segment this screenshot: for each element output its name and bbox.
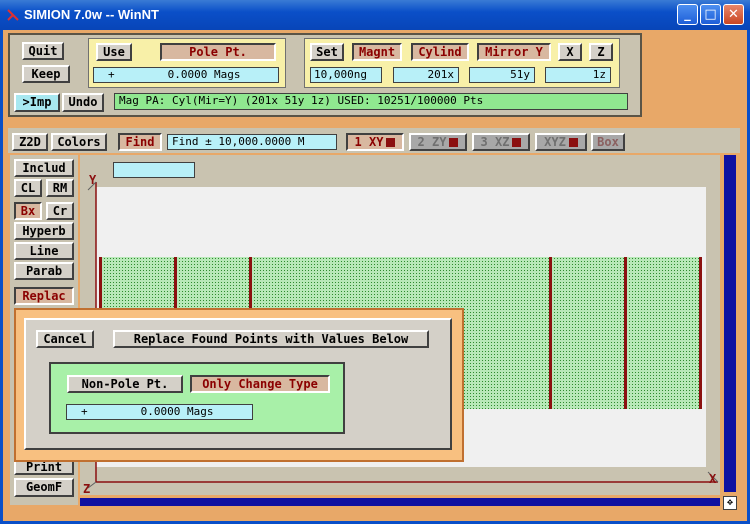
geomf-button[interactable]: GeomF <box>14 478 74 497</box>
dim-x-field[interactable]: 201x <box>393 67 459 83</box>
minimize-button[interactable]: _ <box>677 4 698 25</box>
z2d-button[interactable]: Z2D <box>12 133 48 151</box>
replace-mags-field[interactable]: + 0.0000 Mags <box>66 404 253 420</box>
electrode-bar <box>699 257 702 409</box>
view-xyz-label: XYZ <box>544 135 566 149</box>
horizontal-scrollbar[interactable] <box>80 498 720 506</box>
view-zy-label: 2 ZY <box>417 135 447 149</box>
view-xyz-button[interactable]: XYZ <box>535 133 587 151</box>
z-axis-label: Z <box>83 482 91 496</box>
find-field[interactable]: Find ± 10,000.0000 M <box>167 134 337 150</box>
dim-z-field[interactable]: 1z <box>545 67 611 83</box>
bx-button[interactable]: Bx <box>14 202 42 220</box>
view-zy-button[interactable]: 2 ZY <box>409 133 467 151</box>
electrode-bar <box>624 257 627 409</box>
view-xy-label: 1 XY <box>354 135 384 149</box>
view-xz-square-icon <box>512 138 522 147</box>
electrode-bar <box>549 257 552 409</box>
use-mags-field[interactable]: + 0.0000 Mags <box>93 67 279 83</box>
mirror-y-button[interactable]: Mirror Y <box>477 43 551 61</box>
undo-button[interactable]: Undo <box>62 93 104 112</box>
x-axis-label: X <box>709 472 717 486</box>
view-xy-button[interactable]: 1 XY <box>346 133 404 151</box>
view-zy-square-icon <box>449 138 459 147</box>
view-xyz-square-icon <box>568 138 578 147</box>
maximize-button[interactable]: □ <box>700 4 721 25</box>
dim-y-field[interactable]: 51y <box>469 67 535 83</box>
window-title: SIMION 7.0w -- WinNT <box>24 7 159 22</box>
rm-button[interactable]: RM <box>46 179 74 197</box>
resize-grip-icon[interactable]: ✥ <box>723 496 737 510</box>
hyperb-button[interactable]: Hyperb <box>14 222 74 240</box>
view-xz-button[interactable]: 3 XZ <box>472 133 530 151</box>
pole-pt-button[interactable]: Pole Pt. <box>160 43 276 61</box>
z-button[interactable]: Z <box>589 43 613 61</box>
cr-button[interactable]: Cr <box>46 202 74 220</box>
title-bar: SIMION 7.0w -- WinNT _ □ ✕ <box>0 0 750 30</box>
app-icon <box>6 8 20 22</box>
set-button[interactable]: Set <box>310 43 344 61</box>
magnt-button[interactable]: Magnt <box>352 43 402 61</box>
replac-button[interactable]: Replac <box>14 287 74 305</box>
y-axis-label: Y <box>89 173 97 187</box>
close-button[interactable]: ✕ <box>723 4 744 25</box>
box-button[interactable]: Box <box>591 133 625 151</box>
status-bar: Mag PA: Cyl(Mir=Y) (201x 51y 1z) USED: 1… <box>114 93 628 110</box>
find-button[interactable]: Find <box>118 133 162 151</box>
colors-button[interactable]: Colors <box>51 133 107 151</box>
cylind-button[interactable]: Cylind <box>411 43 469 61</box>
x-button[interactable]: X <box>558 43 582 61</box>
use-button[interactable]: Use <box>96 43 132 61</box>
quit-button[interactable]: Quit <box>22 42 64 60</box>
imp-button[interactable]: >Imp <box>14 93 60 112</box>
cancel-button[interactable]: Cancel <box>36 330 94 348</box>
parab-button[interactable]: Parab <box>14 262 74 280</box>
only-change-type-button[interactable]: Only Change Type <box>190 375 330 393</box>
includ-button[interactable]: Includ <box>14 159 74 177</box>
keep-button[interactable]: Keep <box>22 65 70 83</box>
view-xz-label: 3 XZ <box>480 135 510 149</box>
vertical-scrollbar[interactable] <box>724 155 736 492</box>
ng-field[interactable]: 10,000ng <box>310 67 382 83</box>
line-button[interactable]: Line <box>14 242 74 260</box>
replace-values-box <box>49 362 345 434</box>
replace-button[interactable]: Replace Found Points with Values Below <box>113 330 429 348</box>
non-pole-pt-button[interactable]: Non-Pole Pt. <box>67 375 183 393</box>
view-xy-square-icon <box>386 138 396 147</box>
cl-button[interactable]: CL <box>14 179 42 197</box>
